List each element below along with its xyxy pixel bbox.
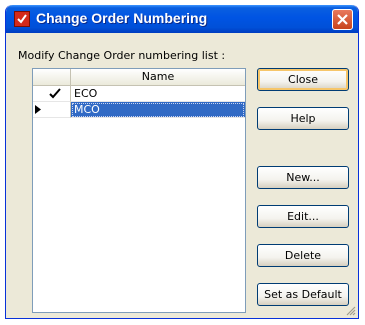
- current-row-arrow-icon: [35, 105, 41, 114]
- edit-button[interactable]: Edit...: [257, 205, 349, 228]
- list-item[interactable]: MCO: [33, 102, 245, 118]
- change-order-numbering-dialog: Change Order Numbering Modify Change Ord…: [5, 5, 359, 319]
- title-bar[interactable]: Change Order Numbering: [6, 5, 358, 33]
- list-item[interactable]: ECO: [33, 86, 245, 102]
- header-gutter: [33, 69, 71, 85]
- app-icon: [14, 11, 30, 27]
- window-close-icon[interactable]: [332, 9, 353, 30]
- list-item-name: MCO: [71, 102, 245, 118]
- checkmark-icon: [49, 88, 61, 99]
- list-header: Name: [33, 69, 245, 86]
- numbering-list[interactable]: Name ECO MCO: [32, 68, 246, 313]
- default-marker-cell: [33, 86, 71, 102]
- current-row-marker-cell: [33, 102, 71, 118]
- prompt-label: Modify Change Order numbering list :: [18, 49, 226, 62]
- list-item-name: ECO: [71, 86, 245, 102]
- close-button[interactable]: Close: [257, 68, 349, 91]
- new-button[interactable]: New...: [257, 166, 349, 189]
- help-button[interactable]: Help: [257, 107, 349, 130]
- resize-grip-icon[interactable]: [344, 304, 356, 316]
- delete-button[interactable]: Delete: [257, 244, 349, 267]
- window-title: Change Order Numbering: [36, 10, 208, 26]
- column-header-name[interactable]: Name: [71, 70, 245, 83]
- set-as-default-button[interactable]: Set as Default: [257, 283, 349, 306]
